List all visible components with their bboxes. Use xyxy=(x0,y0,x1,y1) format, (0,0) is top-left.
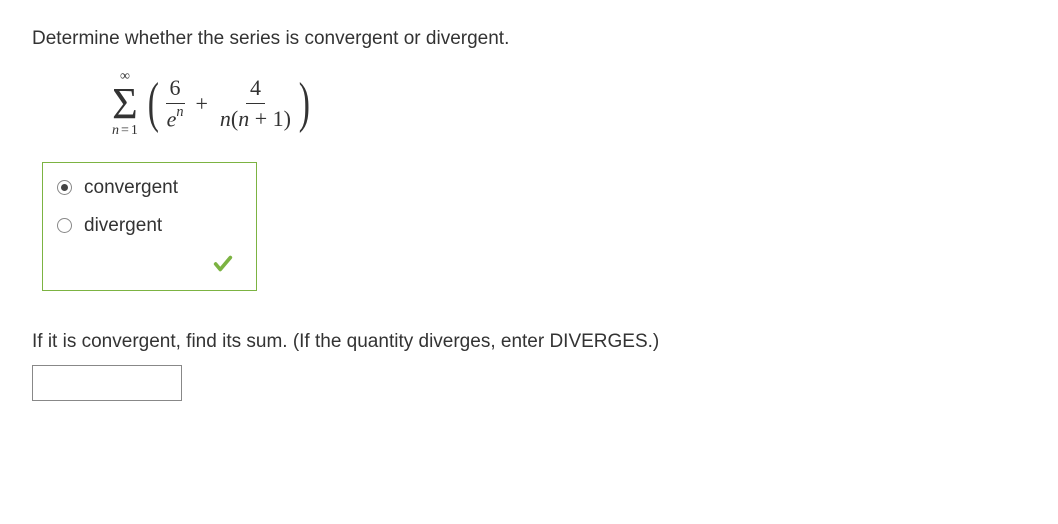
frac1-denominator: en xyxy=(163,104,188,133)
sigma-symbol: Σ xyxy=(112,84,138,124)
followup-prompt: If it is convergent, find its sum. (If t… xyxy=(32,331,1026,353)
fraction-2: 4 n(n + 1) xyxy=(216,75,295,133)
series-formula: ∞ Σ n=1 ( 6 en + 4 n(n + 1) ) xyxy=(112,70,1026,138)
frac2-denominator: n(n + 1) xyxy=(216,104,295,132)
radio-option-divergent[interactable]: divergent xyxy=(57,215,238,237)
radio-option-convergent[interactable]: convergent xyxy=(57,177,238,199)
frac1-numerator: 6 xyxy=(166,75,185,104)
plus-operator: + xyxy=(195,91,207,117)
open-paren: ( xyxy=(148,81,159,126)
sum-answer-input[interactable] xyxy=(32,365,182,401)
sigma-lower-limit: n=1 xyxy=(112,124,138,138)
radio-button-convergent[interactable] xyxy=(57,180,72,195)
radio-button-divergent[interactable] xyxy=(57,218,72,233)
fraction-1: 6 en xyxy=(163,75,188,133)
radio-label-divergent: divergent xyxy=(84,215,162,237)
answer-choices-box: convergent divergent xyxy=(42,162,257,291)
correct-checkmark-icon xyxy=(57,253,238,280)
sigma-notation: ∞ Σ n=1 xyxy=(112,70,138,138)
radio-label-convergent: convergent xyxy=(84,177,178,199)
close-paren: ) xyxy=(299,81,310,126)
frac2-numerator: 4 xyxy=(246,75,265,104)
question-prompt: Determine whether the series is converge… xyxy=(32,28,1026,50)
